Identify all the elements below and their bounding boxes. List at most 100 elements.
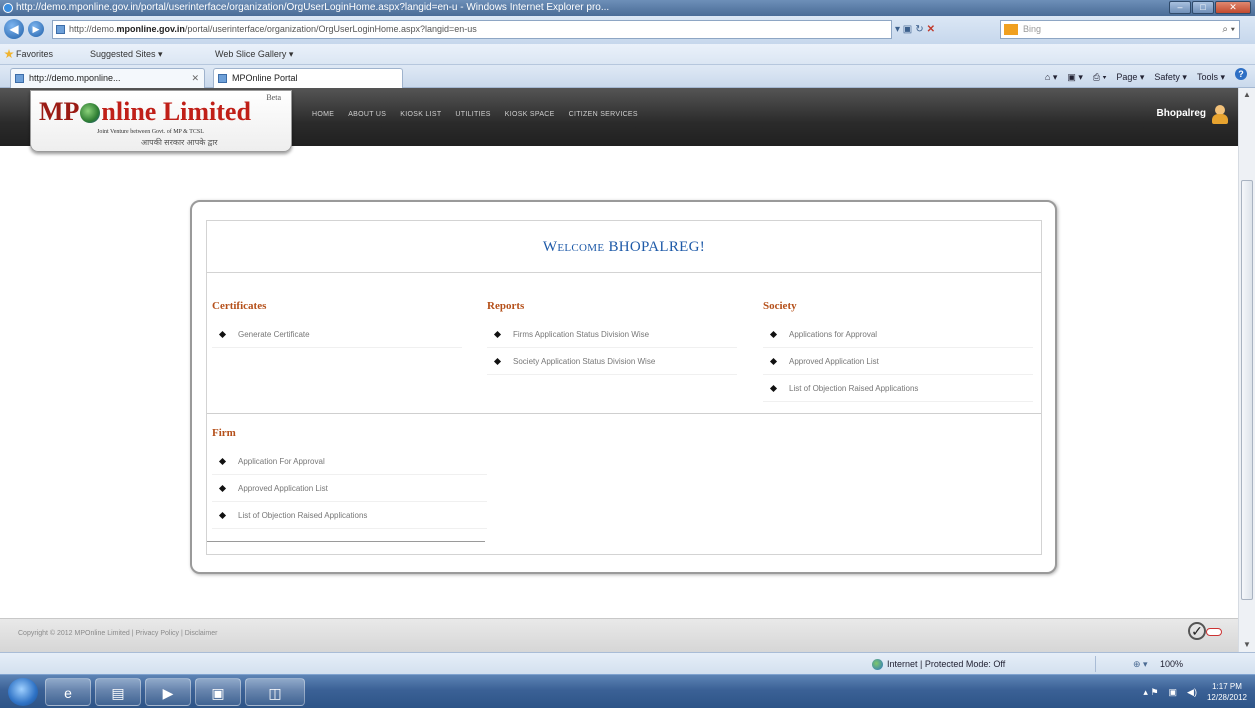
bullet-icon [218, 511, 227, 520]
dashboard-panel: Welcome BHOPALREG! Certificates Generate… [190, 200, 1057, 574]
nav-kiosk-list[interactable]: KIOSK LIST [400, 111, 441, 118]
refresh-icon[interactable]: ↻ [915, 24, 923, 35]
tab-label: MPOnline Portal [232, 73, 298, 83]
menu-link-society-approval[interactable]: Applications for Approval [763, 321, 1033, 348]
tab-mponline-portal[interactable]: MPOnline Portal [213, 68, 403, 88]
address-bar[interactable]: http://demo.mponline.gov.in/portal/useri… [52, 20, 892, 39]
menu-link-generate-certificate[interactable]: Generate Certificate [212, 321, 462, 348]
link-label: Generate Certificate [238, 330, 310, 339]
logo-mp: MP [39, 97, 80, 126]
explorer-taskbar-icon[interactable]: ▤ [95, 678, 141, 706]
username[interactable]: Bhopalreg [1157, 108, 1206, 119]
favorites-button[interactable]: Favorites [16, 44, 53, 65]
logo-globe-icon [80, 103, 101, 123]
link-label: Application For Approval [238, 457, 325, 466]
network-icon[interactable]: ▣ [1169, 687, 1178, 698]
vertical-scrollbar[interactable]: ▲ ▼ [1238, 88, 1255, 652]
copyright-text[interactable]: Copyright © 2012 MPOnline Limited | Priv… [18, 630, 217, 637]
security-zone[interactable]: Internet | Protected Mode: Off [887, 653, 1005, 675]
close-tab-icon[interactable]: ✕ [191, 69, 199, 88]
address-path: /portal/userinterface/organization/OrgUs… [184, 24, 477, 34]
menu-link-society-approved-list[interactable]: Approved Application List [763, 348, 1033, 375]
nav-citizen-services[interactable]: CITIZEN SERVICES [569, 111, 638, 118]
site-logo[interactable]: Beta MP nline Limited Joint Venture betwe… [30, 90, 292, 152]
logo-rest: nline Limited [101, 97, 251, 126]
page-icon [218, 74, 227, 83]
menu-link-firm-objection[interactable]: List of Objection Raised Applications [212, 502, 487, 529]
bullet-icon [218, 484, 227, 493]
address-prefix: http://demo. [69, 24, 117, 34]
tools-menu[interactable]: Tools ▾ [1197, 68, 1225, 86]
scroll-up-icon[interactable]: ▲ [1239, 88, 1255, 102]
start-button[interactable] [8, 678, 38, 706]
home-icon[interactable]: ⌂ ▾ [1045, 68, 1057, 86]
site-header: Beta MP nline Limited Joint Venture betwe… [0, 88, 1238, 152]
zoom-level[interactable]: 100% [1160, 653, 1183, 675]
window-taskbar-icon[interactable]: ◫ [245, 678, 305, 706]
bullet-icon [769, 330, 778, 339]
nav-kiosk-space[interactable]: KIOSK SPACE [505, 111, 555, 118]
tab-demo[interactable]: http://demo.mponline... ✕ [10, 68, 205, 88]
page-viewport: Beta MP nline Limited Joint Venture betwe… [0, 88, 1255, 652]
link-label: Society Application Status Division Wise [513, 357, 656, 366]
link-label: Approved Application List [789, 357, 879, 366]
tab-row: http://demo.mponline... ✕ MPOnline Porta… [0, 65, 1255, 88]
menu-link-firm-approved-list[interactable]: Approved Application List [212, 475, 487, 502]
scroll-thumb[interactable] [1241, 180, 1253, 600]
search-input[interactable]: Bing ⌕ ▾ [1000, 20, 1240, 39]
bullet-icon [493, 357, 502, 366]
media-player-taskbar-icon[interactable]: ▶ [145, 678, 191, 706]
top-nav: HOME ABOUT US KIOSK LIST UTILITIES KIOSK… [312, 111, 638, 118]
status-bar: Internet | Protected Mode: Off ⊕ ▾ 100% [0, 652, 1255, 674]
reports-section: Reports Firms Application Status Divisio… [487, 299, 737, 375]
app-taskbar-icon[interactable]: ▣ [195, 678, 241, 706]
link-label: List of Objection Raised Applications [789, 384, 919, 393]
bullet-icon [769, 384, 778, 393]
print-icon[interactable]: ⎙ ▾ [1093, 68, 1106, 86]
addon-icon[interactable]: ✓ [1188, 622, 1224, 646]
feeds-icon[interactable]: ▣ ▾ [1067, 68, 1083, 86]
firm-section: Firm Application For Approval Approved A… [212, 426, 487, 529]
clock[interactable]: 1:17 PM 12/28/2012 [1207, 681, 1247, 703]
maximize-button[interactable]: □ [1192, 1, 1214, 14]
stop-icon[interactable]: ✕ [927, 24, 935, 35]
menu-link-firms-status[interactable]: Firms Application Status Division Wise [487, 321, 737, 348]
menu-link-firm-approval[interactable]: Application For Approval [212, 448, 487, 475]
zoom-icon[interactable]: ⊕ ▾ [1133, 653, 1148, 675]
nav-utilities[interactable]: UTILITIES [455, 111, 490, 118]
address-tools: ▾ ▣ ↻ ✕ [895, 20, 995, 39]
safety-menu[interactable]: Safety ▾ [1154, 68, 1187, 86]
flag-icon[interactable]: ▴ ⚑ [1143, 687, 1158, 698]
search-icon[interactable]: ⌕ ▾ [1222, 21, 1235, 38]
compat-view-icon[interactable]: ▾ ▣ [895, 24, 912, 35]
dashboard-inner: Welcome BHOPALREG! Certificates Generate… [206, 220, 1042, 555]
beta-label: Beta [266, 93, 281, 102]
browser-window: http://demo.mponline.gov.in/portal/useri… [0, 0, 1255, 708]
certificates-section: Certificates Generate Certificate [212, 299, 462, 348]
user-avatar-icon[interactable] [1210, 104, 1230, 124]
section-title: Society [763, 300, 797, 312]
window-title: http://demo.mponline.gov.in/portal/useri… [16, 2, 610, 13]
system-tray: ▴ ⚑ ▣ ◀) 1:17 PM 12/28/2012 [1143, 678, 1247, 706]
page-icon [15, 74, 24, 83]
link-label: Applications for Approval [789, 330, 878, 339]
scroll-down-icon[interactable]: ▼ [1239, 638, 1255, 652]
avatar-body [1212, 114, 1228, 124]
back-button[interactable]: ◀ [4, 19, 24, 39]
logo-text: MP nline Limited [39, 97, 251, 127]
web-slice-gallery-link[interactable]: Web Slice Gallery ▾ [215, 44, 293, 65]
suggested-sites-link[interactable]: Suggested Sites ▾ [90, 44, 163, 65]
nav-home[interactable]: HOME [312, 111, 334, 118]
nav-about-us[interactable]: ABOUT US [348, 111, 386, 118]
internet-zone-icon [872, 659, 883, 670]
ie-taskbar-icon[interactable]: e [45, 678, 91, 706]
help-icon[interactable]: ? [1235, 68, 1247, 80]
title-bar: http://demo.mponline.gov.in/portal/useri… [0, 0, 1255, 16]
forward-button[interactable]: ▶ [28, 21, 44, 37]
minimize-button[interactable]: – [1169, 1, 1191, 14]
page-menu[interactable]: Page ▾ [1116, 68, 1144, 86]
volume-icon[interactable]: ◀) [1187, 687, 1197, 698]
menu-link-society-objection[interactable]: List of Objection Raised Applications [763, 375, 1033, 402]
close-button[interactable]: ✕ [1215, 1, 1251, 14]
menu-link-society-status[interactable]: Society Application Status Division Wise [487, 348, 737, 375]
